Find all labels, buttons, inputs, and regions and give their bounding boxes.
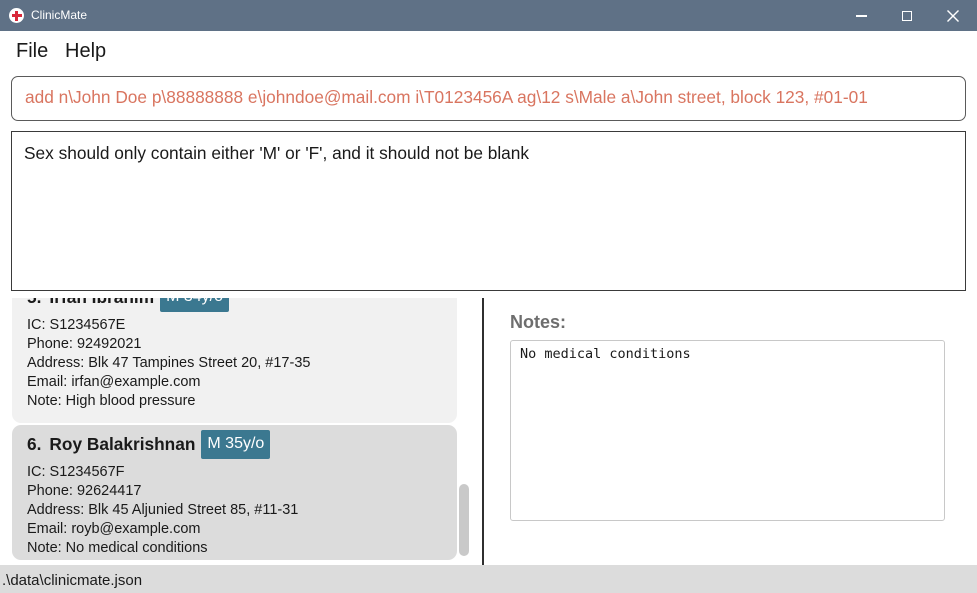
menu-file[interactable]: File bbox=[16, 40, 48, 63]
person-note: Note: High blood pressure bbox=[27, 393, 196, 409]
person-ic: IC: S1234567E bbox=[27, 317, 126, 333]
maximize-button[interactable] bbox=[884, 0, 930, 31]
panel-divider[interactable] bbox=[482, 298, 484, 565]
person-card-header: 6. Roy Balakrishnan M 35y/o bbox=[27, 425, 457, 463]
sex-age-badge: M 34y/o bbox=[160, 298, 230, 312]
person-card[interactable]: 6. Roy Balakrishnan M 35y/o IC: S1234567F… bbox=[12, 425, 457, 560]
notes-content[interactable]: No medical conditions bbox=[520, 346, 944, 362]
maximize-icon bbox=[902, 10, 912, 21]
close-icon bbox=[947, 9, 959, 22]
person-list[interactable]: 5. Irfan Ibrahim M 34y/o IC: S1234567E Ph… bbox=[0, 298, 482, 565]
person-name: 5. Irfan Ibrahim bbox=[27, 298, 154, 308]
person-email: Email: royb@example.com bbox=[27, 521, 201, 537]
notes-textarea[interactable]: No medical conditions bbox=[510, 340, 945, 521]
person-name-text: Irfan Ibrahim bbox=[49, 298, 154, 307]
title-bar: ClinicMate bbox=[0, 0, 977, 31]
command-input-text[interactable]: add n\John Doe p\88888888 e\johndoe@mail… bbox=[25, 87, 965, 108]
person-phone: Phone: 92624417 bbox=[27, 483, 142, 499]
result-display: Sex should only contain either 'M' or 'F… bbox=[11, 131, 966, 291]
menu-bar: File Help bbox=[0, 31, 977, 69]
person-note: Note: No medical conditions bbox=[27, 540, 208, 556]
notes-label: Notes: bbox=[510, 312, 567, 332]
window-title: ClinicMate bbox=[31, 8, 88, 22]
menu-help[interactable]: Help bbox=[65, 40, 106, 63]
sex-age-badge: M 35y/o bbox=[201, 429, 271, 459]
person-address: Address: Blk 45 Aljunied Street 85, #11-… bbox=[27, 502, 299, 518]
command-input[interactable]: add n\John Doe p\88888888 e\johndoe@mail… bbox=[11, 76, 966, 121]
result-message: Sex should only contain either 'M' or 'F… bbox=[24, 143, 530, 163]
person-index: 6. bbox=[27, 433, 42, 454]
minimize-button[interactable] bbox=[838, 0, 884, 31]
person-name-text: Roy Balakrishnan bbox=[49, 433, 196, 454]
person-ic: IC: S1234567F bbox=[27, 464, 125, 480]
person-name: 6. Roy Balakrishnan bbox=[27, 434, 195, 455]
list-scrollbar[interactable] bbox=[459, 484, 469, 556]
person-phone: Phone: 92492021 bbox=[27, 336, 142, 352]
data-file-path: .\data\clinicmate.json bbox=[2, 572, 143, 589]
person-card[interactable]: 5. Irfan Ibrahim M 34y/o IC: S1234567E Ph… bbox=[12, 298, 457, 423]
person-address: Address: Blk 47 Tampines Street 20, #17-… bbox=[27, 355, 311, 371]
person-card-header: 5. Irfan Ibrahim M 34y/o bbox=[27, 298, 457, 316]
person-email: Email: irfan@example.com bbox=[27, 374, 201, 390]
person-index: 5. bbox=[27, 298, 41, 307]
app-cross-icon bbox=[9, 8, 24, 23]
status-bar: .\data\clinicmate.json bbox=[0, 565, 977, 593]
minimize-icon bbox=[855, 15, 867, 17]
close-button[interactable] bbox=[930, 0, 976, 31]
